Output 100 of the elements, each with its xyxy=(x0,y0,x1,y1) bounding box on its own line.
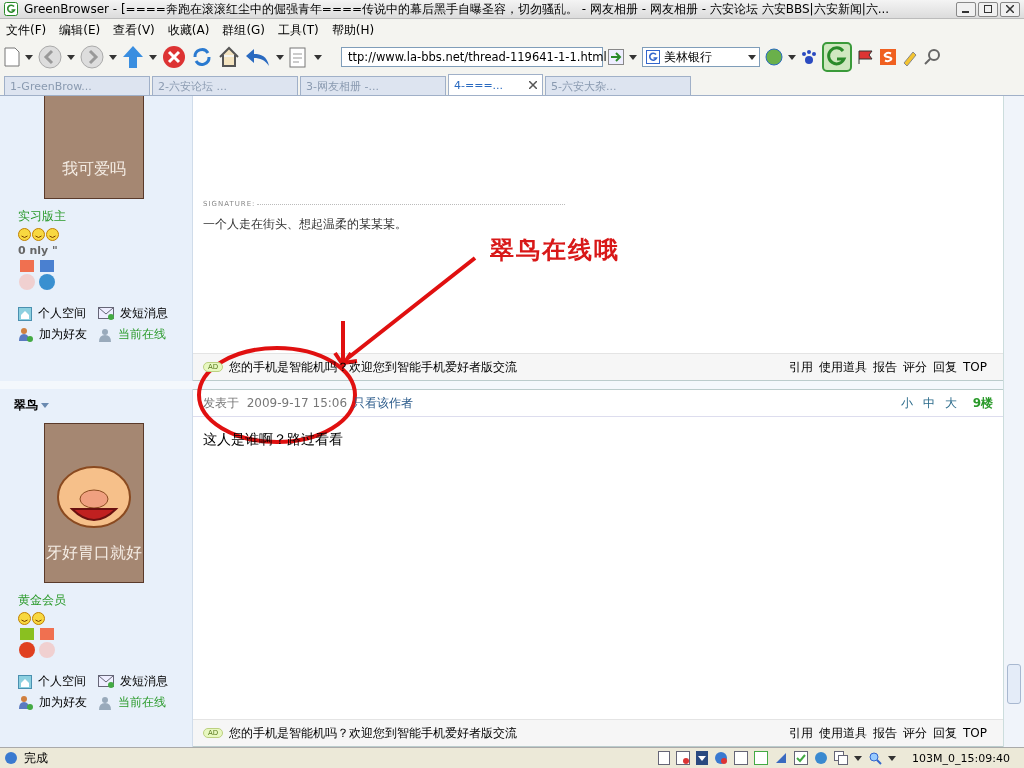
dropdown-caret-icon[interactable] xyxy=(696,751,709,765)
home-icon xyxy=(18,306,32,321)
search-field[interactable]: 美林银行 xyxy=(642,47,760,67)
dropdown-caret-icon[interactable] xyxy=(109,54,117,60)
checklist-icon[interactable] xyxy=(794,751,809,765)
post-meta: 发表于 2009-9-17 15:06 xyxy=(203,394,348,412)
stop-icon[interactable] xyxy=(162,45,186,69)
font-size-link[interactable]: 大 xyxy=(944,394,957,412)
post-action-link[interactable]: 报告 xyxy=(873,724,897,742)
dropdown-caret-icon[interactable] xyxy=(25,54,33,60)
medal-icon xyxy=(38,260,56,292)
post-action-link[interactable]: 引用 xyxy=(789,358,813,376)
profile-link[interactable]: 个人空间 xyxy=(38,305,86,322)
caret-icon[interactable] xyxy=(41,403,49,408)
close-icon xyxy=(1006,5,1014,13)
zoom-icon[interactable] xyxy=(868,751,883,765)
signature-text: 一个人走在街头、想起温柔的某某某。 xyxy=(203,216,408,233)
app-logo-icon[interactable] xyxy=(822,42,852,72)
square-logo-icon[interactable] xyxy=(880,49,896,65)
font-size-link[interactable]: 中 xyxy=(922,394,935,412)
document-icon[interactable] xyxy=(658,751,671,765)
smiley-icon xyxy=(46,228,59,241)
profile-link[interactable]: 加为好友 xyxy=(39,326,87,343)
medal-icon xyxy=(18,628,36,660)
profile-link[interactable]: 发短消息 xyxy=(120,673,168,690)
avatar-caption: 我可爱吗 xyxy=(62,159,126,180)
go-arrow-icon[interactable] xyxy=(608,49,624,65)
menu-item[interactable]: 查看(V) xyxy=(113,21,155,39)
maximize-button[interactable] xyxy=(978,1,998,17)
profile-link[interactable]: 个人空间 xyxy=(38,673,86,690)
forward-icon[interactable] xyxy=(80,45,104,69)
user-icon xyxy=(98,695,112,710)
post-action-link[interactable]: 评分 xyxy=(903,724,927,742)
home-icon[interactable] xyxy=(218,46,240,68)
font-size-link[interactable]: 小 xyxy=(900,394,913,412)
paw-icon[interactable] xyxy=(801,49,817,65)
flag-icon[interactable] xyxy=(857,49,875,65)
smiley-icon xyxy=(18,612,31,625)
back-icon[interactable] xyxy=(38,45,62,69)
maximize-icon xyxy=(984,5,992,13)
add-user-icon xyxy=(18,695,33,710)
post-action-link[interactable]: 引用 xyxy=(789,724,813,742)
menu-item[interactable]: 文件(F) xyxy=(6,21,47,39)
page-icon[interactable] xyxy=(754,751,769,765)
smiley-icon xyxy=(32,228,45,241)
custom-title: 0 nly " xyxy=(18,244,59,257)
menu-item[interactable]: 帮助(H) xyxy=(331,21,375,39)
author-name[interactable]: 翠鸟 xyxy=(14,397,38,414)
dropdown-caret-icon[interactable] xyxy=(149,54,157,60)
profile-link[interactable]: 加为好友 xyxy=(39,694,87,711)
annotation-text: 翠鸟在线哦 xyxy=(490,234,620,266)
dropdown-caret-icon[interactable] xyxy=(788,54,796,60)
dropdown-caret-icon[interactable] xyxy=(888,755,897,761)
smiley-icon xyxy=(32,612,45,625)
post-action-link[interactable]: 报告 xyxy=(873,358,897,376)
post-action-link[interactable]: 回复 xyxy=(933,724,957,742)
post-action-link[interactable]: 评分 xyxy=(903,358,927,376)
windows-icon[interactable] xyxy=(834,751,849,765)
user-rank: 实习版主 xyxy=(18,208,67,225)
post-action-link[interactable]: 使用道具 xyxy=(819,724,867,742)
envelope-icon xyxy=(98,675,114,688)
post-action-link[interactable]: TOP xyxy=(963,360,987,374)
post-action-link[interactable]: TOP xyxy=(963,726,987,740)
status-clock: 103M_0_15:09:40 xyxy=(912,751,1010,765)
user-icon xyxy=(98,327,112,342)
dropdown-caret-icon[interactable] xyxy=(276,54,284,60)
medal-icon xyxy=(18,260,36,292)
ad-link[interactable]: 您的手机是智能机吗？欢迎您到智能手机爱好者版交流 xyxy=(229,724,518,742)
envelope-icon xyxy=(98,307,114,320)
home-icon xyxy=(18,674,32,689)
dropdown-caret-icon[interactable] xyxy=(67,54,75,60)
dropdown-caret-icon[interactable] xyxy=(854,755,863,761)
search-icon[interactable] xyxy=(924,48,942,66)
close-button[interactable] xyxy=(1000,1,1020,17)
minimize-button[interactable] xyxy=(956,1,976,17)
menu-item[interactable]: 工具(T) xyxy=(278,21,319,39)
menu-item[interactable]: 编辑(E) xyxy=(59,21,101,39)
post-action-link[interactable]: 使用道具 xyxy=(819,358,867,376)
post-action-link[interactable]: 回复 xyxy=(933,358,957,376)
status-text: 完成 xyxy=(24,749,48,767)
avatar-caption: 牙好胃口就好 xyxy=(46,543,142,564)
refresh-icon[interactable] xyxy=(191,46,213,68)
page-icon[interactable] xyxy=(734,751,749,765)
search-engine-icon xyxy=(646,50,660,64)
user-rank: 黄金会员 xyxy=(18,592,67,609)
floor-number: 9楼 xyxy=(972,394,993,412)
close-icon[interactable] xyxy=(529,81,537,89)
up-arrow-icon[interactable] xyxy=(122,45,144,69)
menu-item[interactable]: 收藏(A) xyxy=(167,21,210,39)
scrollbar[interactable] xyxy=(1003,96,1024,747)
browser-tab[interactable]: 4-===... xyxy=(448,74,543,95)
window-title: GreenBrowser - [====奔跑在滚滚红尘中的倔强青年====传说中的幕后黑手自曝圣容，切勿骚乱。 - 网友相册 - 网友相册 - 六安论坛 六安BBS|六安新闻|六... xyxy=(24,0,891,18)
smiley-icon xyxy=(18,228,31,241)
scrollbar-thumb[interactable] xyxy=(1007,664,1021,704)
blocked-popup-icon[interactable] xyxy=(676,751,691,765)
dropdown-caret-icon xyxy=(748,54,756,60)
dropdown-caret-icon[interactable] xyxy=(314,54,322,60)
dropdown-caret-icon[interactable] xyxy=(629,54,637,60)
profile-link[interactable]: 发短消息 xyxy=(120,305,168,322)
menu-item[interactable]: 群组(G) xyxy=(222,21,266,39)
